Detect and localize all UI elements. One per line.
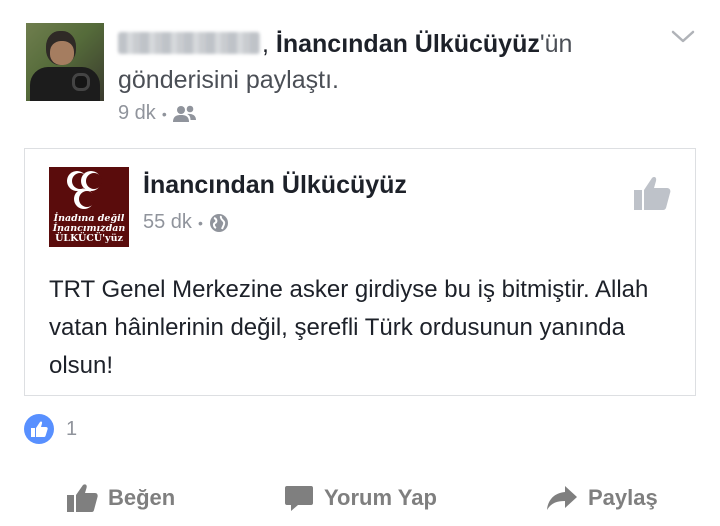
logo-text-line-3: ÜLKÜCÜ'yüz (55, 233, 123, 244)
shared-page-name[interactable]: İnancından Ülkücüyüz (143, 171, 407, 200)
post-header: , İnancından Ülkücüyüz'ün gönderisini pa… (118, 26, 638, 98)
comment-label: Yorum Yap (324, 485, 437, 510)
shared-post-card[interactable]: İnadına değil İnancımızdan ÜLKÜCÜ'yüz İn… (24, 148, 696, 396)
reaction-count: 1 (66, 417, 78, 440)
author-avatar[interactable] (26, 23, 104, 101)
friends-icon[interactable] (172, 105, 197, 123)
share-label: Paylaş (588, 485, 658, 510)
comma: , (262, 30, 276, 58)
thumbs-up-icon (67, 484, 98, 512)
chevron-down-icon[interactable] (670, 28, 696, 46)
like-label: Beğen (108, 485, 176, 510)
like-page-icon[interactable] (633, 175, 671, 211)
share-arrow-icon (547, 486, 577, 510)
page-logo[interactable]: İnadına değil İnancımızdan ÜLKÜCÜ'yüz (49, 167, 129, 247)
like-reaction-icon (24, 414, 54, 444)
comment-icon (285, 486, 313, 511)
header-action-text: gönderisini paylaştı. (118, 66, 339, 94)
like-button[interactable]: Beğen (66, 470, 175, 526)
shared-post-body: TRT Genel Merkezine asker girdiyse bu iş… (49, 276, 649, 379)
globe-icon[interactable] (209, 213, 229, 233)
post-meta: 9 dk • (118, 102, 197, 125)
meta-separator: • (161, 105, 167, 122)
shared-page-link[interactable]: İnancından Ülkücüyüz (276, 30, 540, 58)
meta-separator: • (197, 214, 203, 231)
header-suffix: 'ün (539, 30, 573, 58)
post-timestamp[interactable]: 9 dk (118, 102, 156, 125)
comment-button[interactable]: Yorum Yap (284, 470, 437, 526)
crescents-logo-icon (67, 171, 102, 209)
action-bar: Beğen Yorum Yap Paylaş (0, 470, 720, 526)
feed-post: , İnancından Ülkücüyüz'ün gönderisini pa… (0, 0, 720, 526)
share-button[interactable]: Paylaş (546, 470, 658, 526)
shared-post-timestamp[interactable]: 55 dk (143, 211, 192, 234)
shared-post-meta: 55 dk • (143, 211, 229, 234)
reaction-summary[interactable]: 1 (24, 414, 77, 444)
author-name-blurred[interactable] (118, 32, 260, 54)
